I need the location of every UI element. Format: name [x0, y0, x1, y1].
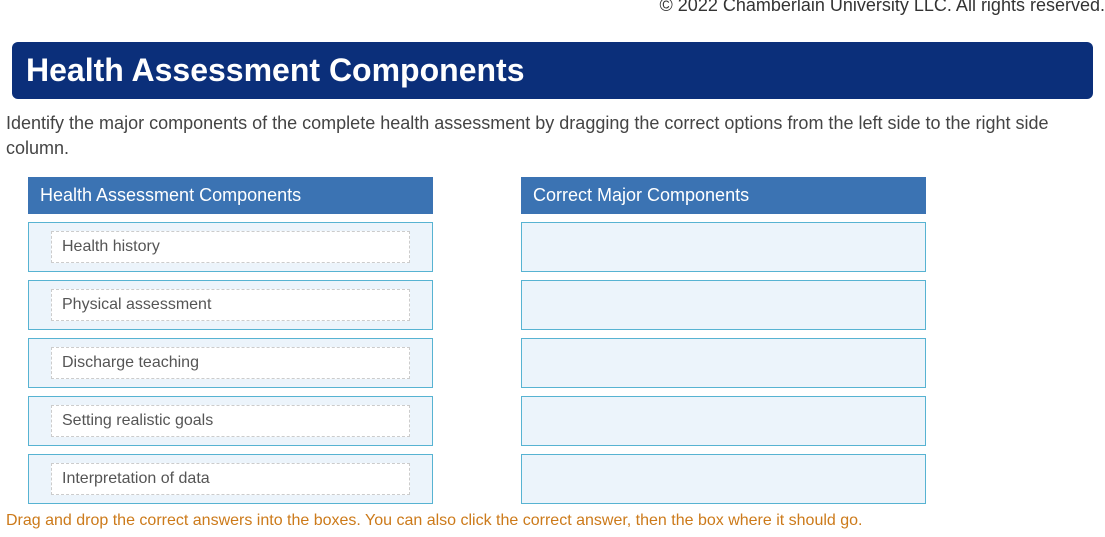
- target-slot[interactable]: [521, 454, 926, 504]
- drag-item-interpretation-of-data[interactable]: Interpretation of data: [51, 463, 410, 495]
- drag-item-physical-assessment[interactable]: Physical assessment: [51, 289, 410, 321]
- target-slot[interactable]: [521, 338, 926, 388]
- main-container: Health Assessment Components Identify th…: [0, 0, 1105, 530]
- source-slot[interactable]: Setting realistic goals: [28, 396, 433, 446]
- source-slot[interactable]: Discharge teaching: [28, 338, 433, 388]
- source-slot[interactable]: Physical assessment: [28, 280, 433, 330]
- instructions-text: Identify the major components of the com…: [6, 111, 1097, 161]
- target-column-header: Correct Major Components: [521, 177, 926, 214]
- copyright-text: © 2022 Chamberlain University LLC. All r…: [660, 0, 1105, 16]
- columns-wrap: Health Assessment Components Health hist…: [8, 177, 1097, 504]
- drag-item-discharge-teaching[interactable]: Discharge teaching: [51, 347, 410, 379]
- footer-instruction: Drag and drop the correct answers into t…: [6, 512, 1097, 530]
- source-column: Health Assessment Components Health hist…: [28, 177, 433, 504]
- drag-item-setting-realistic-goals[interactable]: Setting realistic goals: [51, 405, 410, 437]
- source-column-header: Health Assessment Components: [28, 177, 433, 214]
- target-slot[interactable]: [521, 280, 926, 330]
- target-slot[interactable]: [521, 222, 926, 272]
- target-column: Correct Major Components: [521, 177, 926, 504]
- source-slot[interactable]: Interpretation of data: [28, 454, 433, 504]
- page-title: Health Assessment Components: [12, 42, 1093, 99]
- drag-item-health-history[interactable]: Health history: [51, 231, 410, 263]
- target-slot[interactable]: [521, 396, 926, 446]
- source-slot[interactable]: Health history: [28, 222, 433, 272]
